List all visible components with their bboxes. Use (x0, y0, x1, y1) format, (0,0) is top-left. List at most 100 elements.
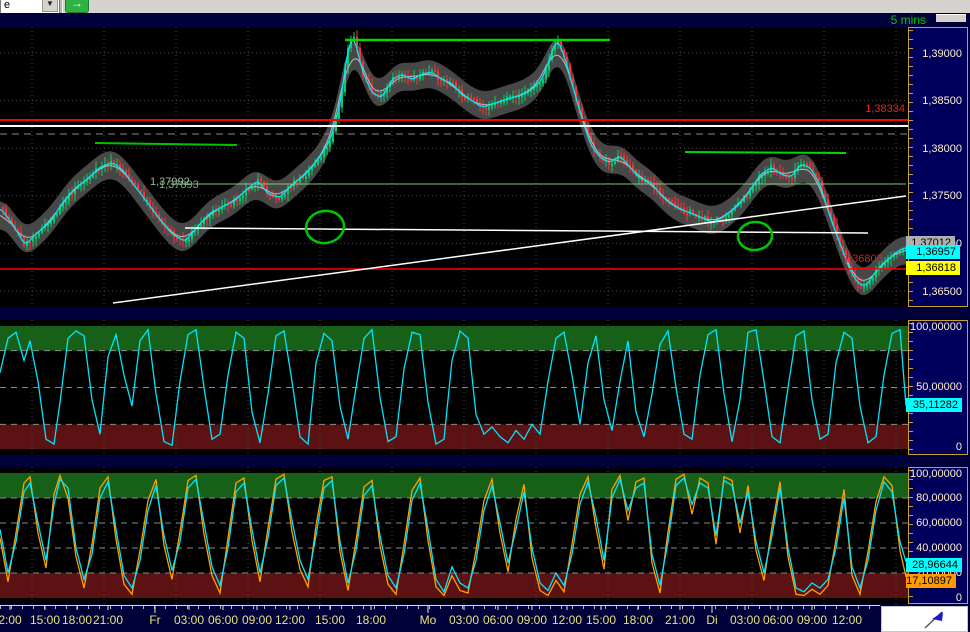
trading-app-window: e ▼ → 5 mins 1,39000 1,38500 1,38000 1,3750… (0, 0, 970, 632)
oversold-zone (0, 573, 908, 598)
candle-body (218, 210, 220, 212)
time-axis-label: 06:00 (208, 613, 238, 627)
time-axis-tick (601, 606, 602, 610)
time-axis-tick (108, 606, 109, 610)
symbol-combobox[interactable]: e ▼ (0, 0, 60, 14)
axis-price-label: 40,00000 (916, 542, 962, 554)
candle-body (38, 233, 40, 237)
time-axis-label: 15:00 (30, 613, 60, 627)
time-axis-tick (847, 606, 848, 610)
timeframe-label: 5 mins (891, 13, 926, 27)
stochastic-axis[interactable]: 100,00000 50,00000 0 (908, 320, 968, 455)
time-axis-tick (498, 606, 499, 610)
axis-price-label: 100,00000 (910, 321, 962, 333)
time-axis-day-label: Mo (420, 613, 437, 627)
time-axis-label: 15:00 (586, 613, 616, 627)
axis-price-label: 1,39000 (922, 48, 962, 60)
hand-drawn-circle-annotation (304, 209, 346, 246)
candle-body (35, 237, 37, 239)
time-axis-label: 09:00 (242, 613, 272, 627)
time-axis-tick (10, 606, 11, 610)
price-chart[interactable] (0, 27, 908, 307)
toolbar-separator (60, 0, 63, 13)
candle-body (188, 239, 190, 241)
axis-price-label: 50,00000 (916, 381, 962, 393)
stochastic-slow-chart[interactable] (0, 467, 908, 604)
candle-body (728, 215, 730, 218)
candle-body (872, 278, 874, 281)
time-axis-day-label: Di (706, 613, 717, 627)
axis-price-label: 1,38500 (922, 95, 962, 107)
candle-body (209, 216, 211, 219)
stochastic-chart[interactable] (0, 320, 908, 455)
go-button[interactable]: → (65, 0, 89, 13)
chart-header-strip: 5 mins (0, 13, 970, 27)
candle-body (791, 177, 793, 179)
candle-body (320, 157, 322, 160)
axis-price-label: 100,00000 (910, 468, 962, 480)
candle-body (611, 164, 613, 166)
time-axis-label: 12:00 (832, 613, 862, 627)
axis-price-label: 1,38000 (922, 143, 962, 155)
flag-icon[interactable] (922, 609, 948, 631)
time-axis-label: 06:00 (483, 613, 513, 627)
candle-body (431, 70, 433, 72)
candle-body (260, 179, 262, 182)
time-axis-tick (712, 606, 713, 613)
candle-body (278, 198, 280, 200)
candle-body (686, 213, 688, 215)
price-badge: 17,10897 (906, 574, 956, 588)
axis-price-label: 60,00000 (916, 517, 962, 529)
time-axis-label: 18:00 (62, 613, 92, 627)
time-axis-label: 15:00 (315, 613, 345, 627)
candle-body (185, 240, 187, 242)
chevron-down-icon[interactable]: ▼ (42, 0, 58, 12)
symbol-combobox-value: e (4, 0, 10, 11)
candle-body (140, 190, 142, 192)
axis-price-label: 0 (956, 441, 962, 453)
overlap-price-label-b: 1,37893 (159, 179, 199, 191)
time-axis-tick (532, 606, 533, 610)
time-axis-tick (812, 606, 813, 610)
window-control-box[interactable] (936, 14, 966, 22)
axis-price-label: 0 (956, 592, 962, 604)
candle-body (818, 178, 820, 181)
time-axis[interactable]: 2:0015:0018:0021:00Fr03:0006:0009:0012:0… (0, 604, 880, 632)
time-axis-label: 03:00 (730, 613, 760, 627)
time-axis-tick (155, 606, 156, 613)
candle-body (542, 79, 544, 83)
time-axis-tick (77, 606, 78, 610)
price-badge: 28,96644 (906, 558, 962, 572)
price-badge: 1,36957 (906, 245, 960, 259)
candle-body (509, 96, 511, 98)
candle-body (485, 107, 487, 109)
candle-body (614, 161, 616, 164)
resistance-price-label: 1,38334 (865, 103, 905, 115)
candle-body (473, 98, 475, 100)
overbought-zone (0, 326, 908, 351)
time-axis-tick (778, 606, 779, 610)
time-axis-tick (428, 606, 429, 613)
candle-body (434, 70, 436, 72)
candle-body (284, 194, 286, 197)
candle-body (470, 97, 472, 99)
time-axis-minor-ticks (0, 606, 880, 609)
toolbar: e ▼ → (0, 0, 970, 14)
time-axis-label: 03:00 (174, 613, 204, 627)
time-axis-label: 06:00 (763, 613, 793, 627)
axis-price-label: 1,37500 (922, 190, 962, 202)
time-axis-tick (45, 606, 46, 610)
candle-body (236, 200, 238, 202)
candle-body (242, 195, 244, 198)
time-axis-label: 12:00 (275, 613, 305, 627)
time-axis-tick (330, 606, 331, 610)
time-axis-tick (638, 606, 639, 610)
time-axis-tick (223, 606, 224, 610)
time-axis-label: 21:00 (93, 613, 123, 627)
time-axis-tick (567, 606, 568, 610)
price-badge: 35,11282 (906, 398, 962, 412)
time-axis-label: 12:00 (552, 613, 582, 627)
candle-body (503, 101, 505, 103)
price-badge: 1,36818 (906, 261, 960, 275)
candle-body (863, 287, 865, 289)
